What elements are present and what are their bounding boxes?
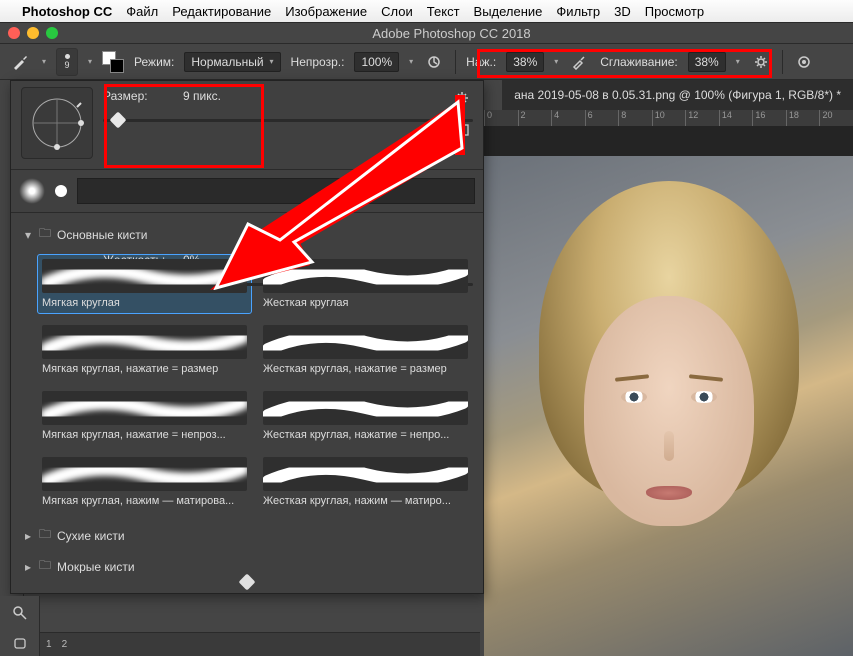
- traffic-lights: [8, 27, 58, 39]
- menu-view[interactable]: Просмотр: [645, 4, 704, 19]
- disclosure-right-icon[interactable]: ▸: [23, 529, 33, 543]
- brush-preset-item[interactable]: Жесткая круглая, нажатие = непро...: [258, 386, 473, 446]
- brush-preset-name: Жесткая круглая, нажатие = непро...: [263, 429, 468, 441]
- disclosure-right-icon[interactable]: ▸: [23, 560, 33, 574]
- ruler-tick: 16: [752, 110, 786, 126]
- smoothing-input[interactable]: 38%: [688, 52, 726, 72]
- hand-tool-icon[interactable]: [9, 632, 31, 654]
- pressure-opacity-icon[interactable]: [423, 51, 445, 73]
- tab-2[interactable]: 2: [62, 639, 68, 650]
- menu-select[interactable]: Выделение: [474, 4, 543, 19]
- brush-tool-icon[interactable]: [8, 50, 32, 74]
- brush-preview-soft[interactable]: [19, 178, 45, 204]
- airbrush-icon[interactable]: [568, 51, 590, 73]
- photo-content: [484, 156, 853, 656]
- window-title: Adobe Photoshop CC 2018: [58, 26, 845, 41]
- ruler-tick: 0: [484, 110, 518, 126]
- brush-preset-name: Жесткая круглая, нажим — матиро...: [263, 495, 468, 507]
- brush-stroke-preview: [263, 457, 468, 491]
- menu-filter[interactable]: Фильтр: [556, 4, 600, 19]
- tab-1[interactable]: 1: [46, 639, 52, 650]
- ruler-tick: 12: [685, 110, 719, 126]
- bottom-tool-strip: [0, 596, 40, 656]
- opacity-chevron-icon[interactable]: ▾: [409, 57, 413, 66]
- brush-preset-item[interactable]: Мягкая круглая, нажатие = непроз...: [37, 386, 252, 446]
- window-titlebar: Adobe Photoshop CC 2018: [0, 22, 853, 44]
- brush-stroke-preview: [263, 259, 468, 293]
- horizontal-ruler: 0 2 4 6 8 10 12 14 16 18 20: [484, 110, 853, 126]
- menu-text[interactable]: Текст: [427, 4, 460, 19]
- flow-input[interactable]: 38%: [506, 52, 544, 72]
- ruler-tick: 14: [719, 110, 753, 126]
- brush-stroke-preview: [42, 325, 247, 359]
- menu-image[interactable]: Изображение: [285, 4, 367, 19]
- brush-preset-name: Мягкая круглая, нажим — матирова...: [42, 495, 247, 507]
- options-bar: ▾ 9 ▾ Режим: Нормальный ▾ Непрозр.: 100%…: [0, 44, 853, 80]
- maximize-window-button[interactable]: [46, 27, 58, 39]
- brush-preset-item[interactable]: Жесткая круглая, нажим — матиро...: [258, 452, 473, 512]
- opacity-input[interactable]: 100%: [354, 52, 399, 72]
- brush-stroke-preview: [42, 457, 247, 491]
- brush-stroke-preview: [42, 259, 247, 293]
- menu-layers[interactable]: Слои: [381, 4, 413, 19]
- ruler-tick: 10: [652, 110, 686, 126]
- new-preset-icon[interactable]: [451, 119, 473, 141]
- artboard-tabs: 1 2: [40, 632, 480, 656]
- ruler-tick: 18: [786, 110, 820, 126]
- app-name[interactable]: Photoshop CC: [22, 4, 112, 19]
- brush-preset-name: Мягкая круглая, нажатие = непроз...: [42, 429, 247, 441]
- size-slider[interactable]: [103, 113, 473, 243]
- folder-icon: 🗀: [39, 224, 51, 245]
- blend-mode-label: Режим:: [134, 55, 174, 69]
- blend-mode-value: Нормальный: [191, 55, 263, 69]
- smoothing-chevron-icon[interactable]: ▾: [736, 57, 740, 66]
- opacity-label: Непрозр.:: [291, 55, 345, 69]
- ruler-tick: 2: [518, 110, 552, 126]
- brush-preset-panel: Размер: 9 пикс. Жесткость: 0%: [10, 80, 484, 594]
- brush-angle-widget[interactable]: [21, 87, 93, 159]
- brush-stroke-preview: [263, 391, 468, 425]
- ruler-tick: 20: [819, 110, 853, 126]
- brush-size-indicator: 9: [65, 60, 70, 70]
- macos-menubar: Photoshop CC Файл Редактирование Изображ…: [0, 0, 853, 22]
- brush-stroke-preview: [42, 391, 247, 425]
- document-tab-label: ана 2019-05-08 в 0.05.31.png @ 100% (Фиг…: [514, 88, 841, 102]
- brush-tip-settings: Размер: 9 пикс. Жесткость: 0%: [11, 81, 483, 169]
- size-label: Размер:: [103, 89, 173, 103]
- zoom-tool-icon[interactable]: [9, 602, 31, 624]
- ruler-tick: 4: [551, 110, 585, 126]
- tool-preset-chevron-icon[interactable]: ▾: [42, 57, 46, 66]
- menu-3d[interactable]: 3D: [614, 4, 631, 19]
- minimize-window-button[interactable]: [27, 27, 39, 39]
- brush-panel-toggle-icon[interactable]: [102, 51, 124, 73]
- ruler-tick: 8: [618, 110, 652, 126]
- size-value[interactable]: 9 пикс.: [183, 89, 239, 103]
- menu-file[interactable]: Файл: [126, 4, 158, 19]
- brush-preset-item[interactable]: Мягкая круглая, нажим — матирова...: [37, 452, 252, 512]
- close-window-button[interactable]: [8, 27, 20, 39]
- brush-preset-picker[interactable]: 9: [56, 48, 78, 76]
- brush-preview-dot[interactable]: [55, 185, 67, 197]
- folder-wet-brushes[interactable]: ▸ 🗀 Мокрые кисти: [21, 551, 473, 573]
- menu-edit[interactable]: Редактирование: [172, 4, 271, 19]
- brush-stroke-preview: [263, 325, 468, 359]
- gear-icon[interactable]: [451, 87, 473, 109]
- folder-icon: 🗀: [39, 556, 51, 573]
- folder-dry-brushes[interactable]: ▸ 🗀 Сухие кисти: [21, 520, 473, 551]
- smoothing-label: Сглаживание:: [600, 55, 677, 69]
- document-canvas[interactable]: [484, 126, 853, 656]
- document-tab[interactable]: ана 2019-05-08 в 0.05.31.png @ 100% (Фиг…: [502, 80, 853, 110]
- smoothing-options-gear-icon[interactable]: [750, 51, 772, 73]
- blend-mode-select[interactable]: Нормальный ▾: [184, 52, 280, 72]
- folder-icon: 🗀: [39, 525, 51, 546]
- pressure-size-icon[interactable]: [793, 51, 815, 73]
- folder-label: Мокрые кисти: [57, 560, 135, 574]
- panel-resize-grip[interactable]: [11, 573, 483, 591]
- flow-label: Наж.:: [466, 55, 496, 69]
- brush-preset-chevron-icon[interactable]: ▾: [88, 57, 92, 66]
- folder-label: Сухие кисти: [57, 529, 125, 543]
- disclosure-down-icon[interactable]: ▾: [23, 228, 33, 242]
- ruler-tick: 6: [585, 110, 619, 126]
- flow-chevron-icon[interactable]: ▾: [554, 57, 558, 66]
